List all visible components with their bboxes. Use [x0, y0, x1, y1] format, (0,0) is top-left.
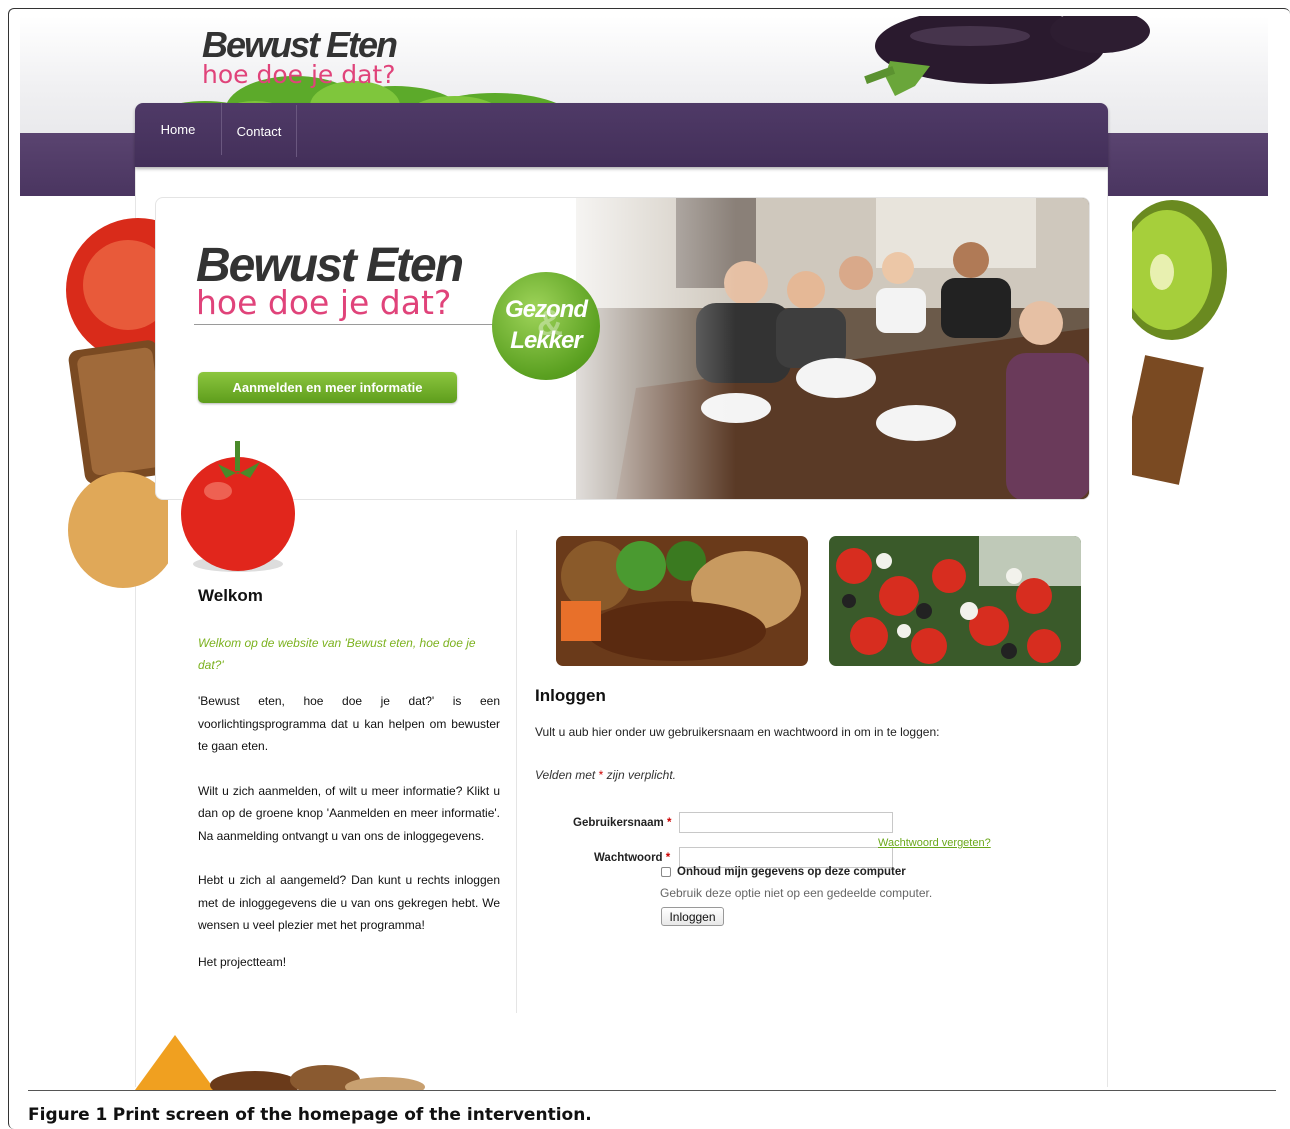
username-input[interactable] — [679, 812, 893, 833]
figure-caption: Figure 1 Print screen of the homepage of… — [28, 1105, 592, 1125]
header-logo-subtitle: hoe doe je dat? — [202, 60, 396, 89]
nav-item-home-label: Home — [160, 121, 196, 137]
welcome-paragraph-2: Wilt u zich aanmelden, of wilt u meer in… — [198, 783, 500, 843]
nav-item-contact-label: Contact — [236, 123, 282, 139]
hero-logo-subtitle: hoe doe je dat? — [196, 283, 452, 322]
badge-ampersand: & — [537, 302, 563, 343]
hero-logo-rule — [194, 324, 494, 325]
remember-me-label: Onhoud mijn gegevens op deze computer — [677, 866, 906, 878]
register-info-button[interactable]: Aanmelden en meer informatie — [198, 372, 457, 403]
welcome-signature: Het projectteam! — [198, 954, 287, 969]
eggplant-decoration — [864, 16, 1150, 96]
salad-photo — [829, 536, 1081, 666]
welcome-title: Welkom — [198, 586, 263, 605]
login-section: Inloggen Vult u aub hier onder uw gebrui… — [535, 686, 1055, 782]
login-instructions: Vult u aub hier onder uw gebruikersnaam … — [535, 725, 940, 739]
header-logo-title: Bewust Eten — [202, 24, 398, 65]
figure-bottom-rule — [28, 1090, 1276, 1091]
login-button[interactable]: Inloggen — [661, 907, 724, 926]
username-required-star: * — [666, 817, 672, 829]
password-label: Wachtwoord * — [594, 852, 670, 864]
forgot-password-link[interactable]: Wachtwoord vergeten? — [878, 837, 991, 849]
required-star: * — [598, 768, 604, 782]
username-label: Gebruikersnaam * — [573, 817, 671, 829]
welcome-paragraph-1: 'Bewust eten, hoe doe je dat?' is een vo… — [198, 694, 500, 753]
login-title: Inloggen — [535, 686, 606, 705]
required-note-suffix: zijn verplicht. — [606, 768, 676, 782]
required-note-prefix: Velden met — [535, 768, 596, 782]
remember-me-option[interactable]: Onhoud mijn gegevens op deze computer — [661, 866, 906, 878]
header-logo[interactable]: Bewust Eten hoe doe je dat? — [202, 24, 398, 89]
meal-photo — [556, 536, 808, 666]
username-label-text: Gebruikersnaam — [573, 817, 664, 829]
password-required-star: * — [665, 852, 671, 864]
nav-item-contact[interactable]: Contact — [222, 105, 297, 157]
remember-me-hint: Gebruik deze optie niet op een gedeelde … — [660, 886, 933, 900]
bottom-food-decoration — [135, 1035, 425, 1090]
password-label-text: Wachtwoord — [594, 852, 663, 864]
hero-logo: Bewust Eten hoe doe je dat? — [196, 240, 464, 322]
welcome-intro: Welkom op de website van 'Bewust eten, h… — [198, 636, 476, 672]
password-input[interactable] — [679, 847, 893, 868]
welcome-paragraph-3: Hebt u zich al aangemeld? Dan kunt u rec… — [198, 873, 500, 932]
required-note: Velden met * zijn verplicht. — [535, 768, 1055, 782]
remember-me-checkbox[interactable] — [661, 867, 671, 877]
column-divider — [516, 530, 517, 1013]
welcome-section: Welkom Welkom op de website van 'Bewust … — [198, 586, 500, 995]
caption-label: Figure 1 — [28, 1105, 108, 1125]
left-food-decoration — [66, 218, 168, 588]
gezond-lekker-badge: Gezond & Lekker — [492, 272, 600, 380]
right-food-decoration — [1132, 200, 1227, 485]
main-navigation: Home Contact — [135, 103, 1108, 167]
caption-text: Print screen of the homepage of the inte… — [112, 1105, 592, 1125]
tomato-decoration — [181, 441, 295, 572]
nav-item-home[interactable]: Home — [135, 103, 222, 155]
